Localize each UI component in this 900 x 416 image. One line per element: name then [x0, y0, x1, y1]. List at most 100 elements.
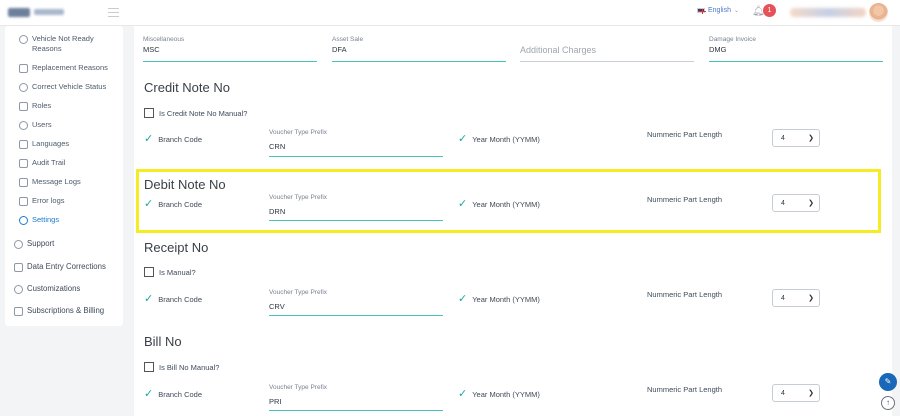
receipt-branch-code-check[interactable]: ✓ Branch Code	[144, 293, 202, 305]
checkbox-label: Is Credit Note No Manual?	[159, 108, 248, 118]
sidebar-item-audit-trail[interactable]: Audit Trail	[19, 158, 65, 168]
field-label: Voucher Type Prefix	[269, 384, 328, 391]
field-underline	[332, 61, 506, 62]
credit-numeric-length-select[interactable]: 4 ❯	[772, 129, 820, 147]
field-underline	[269, 315, 443, 316]
app-logo[interactable]	[8, 6, 68, 18]
field-label: Miscellaneous	[143, 36, 185, 43]
chevron-down-icon: ⌄	[733, 8, 739, 14]
sidebar-item-correct-vehicle-status[interactable]: Correct Vehicle Status	[19, 82, 106, 92]
asset-sale-field[interactable]: Asset Sale DFA	[332, 36, 506, 62]
checkbox-label: Is Manual?	[159, 267, 196, 277]
sidebar-item-languages[interactable]: Languages	[19, 139, 69, 149]
lock-icon	[19, 196, 28, 206]
user-name[interactable]	[790, 8, 866, 17]
field-value[interactable]: DFA	[332, 45, 506, 54]
field-placeholder[interactable]: Additional Charges	[520, 45, 596, 55]
credit-numeric-length-label: Nummeric Part Length	[647, 130, 723, 139]
field-value[interactable]: PRI	[269, 397, 443, 406]
bill-voucher-prefix-field[interactable]: Voucher Type Prefix PRI	[269, 384, 443, 411]
damage-invoice-field[interactable]: Damage Invoice DMG	[709, 36, 883, 62]
sidebar-item-label: Data Entry Corrections	[27, 262, 106, 271]
checkbox-label: Is Bill No Manual?	[159, 362, 220, 372]
section-title-credit-note: Credit Note No	[144, 80, 230, 95]
sidebar-item-users[interactable]: Users	[19, 120, 52, 130]
check-icon: ✓	[144, 388, 154, 400]
additional-charges-field[interactable]: Additional Charges	[520, 36, 694, 62]
field-label: Voucher Type Prefix	[269, 289, 328, 296]
uk-flag-icon	[697, 8, 706, 14]
credit-year-month-check[interactable]: ✓ Year Month (YYMM)	[458, 133, 540, 145]
check-label: Branch Code	[158, 389, 202, 399]
chevron-down-icon: ❯	[808, 135, 814, 142]
support-icon	[14, 239, 23, 249]
select-value: 4	[781, 390, 785, 397]
sidebar-item-support[interactable]: Support	[14, 239, 54, 249]
check-icon: ✓	[458, 293, 468, 305]
sidebar-item-customizations[interactable]: Customizations	[14, 284, 80, 294]
check-label: Year Month (YYMM)	[472, 389, 540, 399]
checkbox-box[interactable]	[144, 362, 154, 372]
avatar[interactable]	[869, 3, 888, 22]
receipt-numeric-length-select[interactable]: 4 ❯	[772, 289, 820, 307]
check-icon: ✓	[458, 133, 468, 145]
language-selector[interactable]: English ⌄	[697, 7, 739, 14]
check-label: Year Month (YYMM)	[472, 294, 540, 304]
debit-note-highlight	[136, 169, 881, 233]
language-label: English	[708, 7, 731, 14]
field-value[interactable]: DMG	[709, 45, 883, 54]
check-label: Branch Code	[158, 134, 202, 144]
gear-icon	[19, 215, 28, 225]
sidebar-item-label: Audit Trail	[32, 158, 66, 167]
receipt-manual-checkbox[interactable]: Is Manual?	[144, 267, 196, 277]
check-icon: ✓	[144, 133, 154, 145]
field-value[interactable]: CRN	[269, 142, 443, 151]
sidebar-item-message-logs[interactable]: Message Logs	[19, 177, 81, 187]
credit-note-manual-checkbox[interactable]: Is Credit Note No Manual?	[144, 108, 247, 118]
checkbox-box[interactable]	[144, 108, 154, 118]
sidebar-item-vehicle-not-ready-reasons[interactable]: Vehicle Not Ready Reasons	[19, 34, 117, 54]
credit-branch-code-check[interactable]: ✓ Branch Code	[144, 133, 202, 145]
field-underline	[520, 61, 694, 62]
check-label: Branch Code	[158, 294, 202, 304]
edit-icon	[14, 262, 23, 272]
sidebar: Vehicle Not Ready Reasons Replacement Re…	[5, 26, 123, 326]
sidebar-item-error-logs[interactable]: Error logs	[19, 196, 65, 206]
bill-numeric-length-select[interactable]: 4 ❯	[772, 384, 820, 402]
receipt-voucher-prefix-field[interactable]: Voucher Type Prefix CRV	[269, 289, 443, 316]
check-icon: ✓	[144, 293, 154, 305]
section-title-bill: Bill No	[144, 334, 182, 349]
sidebar-item-label: Roles	[32, 101, 52, 110]
chat-icon[interactable]: ✎	[879, 373, 897, 391]
top-bar: English ⌄ 🔔︎ 1	[0, 0, 900, 26]
bill-branch-code-check[interactable]: ✓ Branch Code	[144, 388, 202, 400]
sidebar-item-label: Message Logs	[32, 177, 81, 186]
check-label: Year Month (YYMM)	[472, 134, 540, 144]
notification-badge: 1	[763, 4, 776, 17]
sidebar-item-label: Settings	[32, 215, 60, 224]
document-icon	[19, 158, 28, 168]
sidebar-item-data-entry-corrections[interactable]: Data Entry Corrections	[14, 262, 106, 272]
sidebar-item-roles[interactable]: Roles	[19, 101, 51, 111]
bill-year-month-check[interactable]: ✓ Year Month (YYMM)	[458, 388, 540, 400]
receipt-year-month-check[interactable]: ✓ Year Month (YYMM)	[458, 293, 540, 305]
edit-icon	[19, 63, 28, 73]
check-icon: ✓	[458, 388, 468, 400]
bill-numeric-length-label: Nummeric Part Length	[647, 385, 723, 394]
sidebar-item-replacement-reasons[interactable]: Replacement Reasons	[19, 63, 108, 73]
select-value: 4	[781, 295, 785, 302]
sidebar-item-settings[interactable]: Settings	[19, 215, 59, 225]
miscellaneous-field[interactable]: Miscellaneous MSC	[143, 36, 317, 62]
scroll-to-top-icon[interactable]: ↑	[881, 396, 895, 410]
field-underline	[143, 61, 317, 62]
refresh-icon	[19, 82, 28, 92]
field-value[interactable]: MSC	[143, 45, 317, 54]
checkbox-box[interactable]	[144, 267, 154, 277]
sidebar-item-label: Error logs	[32, 196, 65, 205]
menu-toggle-icon[interactable]	[108, 8, 119, 17]
bill-manual-checkbox[interactable]: Is Bill No Manual?	[144, 362, 219, 372]
field-value[interactable]: CRV	[269, 302, 443, 311]
sidebar-item-subscriptions-billing[interactable]: Subscriptions & Billing	[14, 306, 104, 316]
section-title-receipt: Receipt No	[144, 240, 209, 255]
credit-voucher-prefix-field[interactable]: Voucher Type Prefix CRN	[269, 129, 443, 157]
